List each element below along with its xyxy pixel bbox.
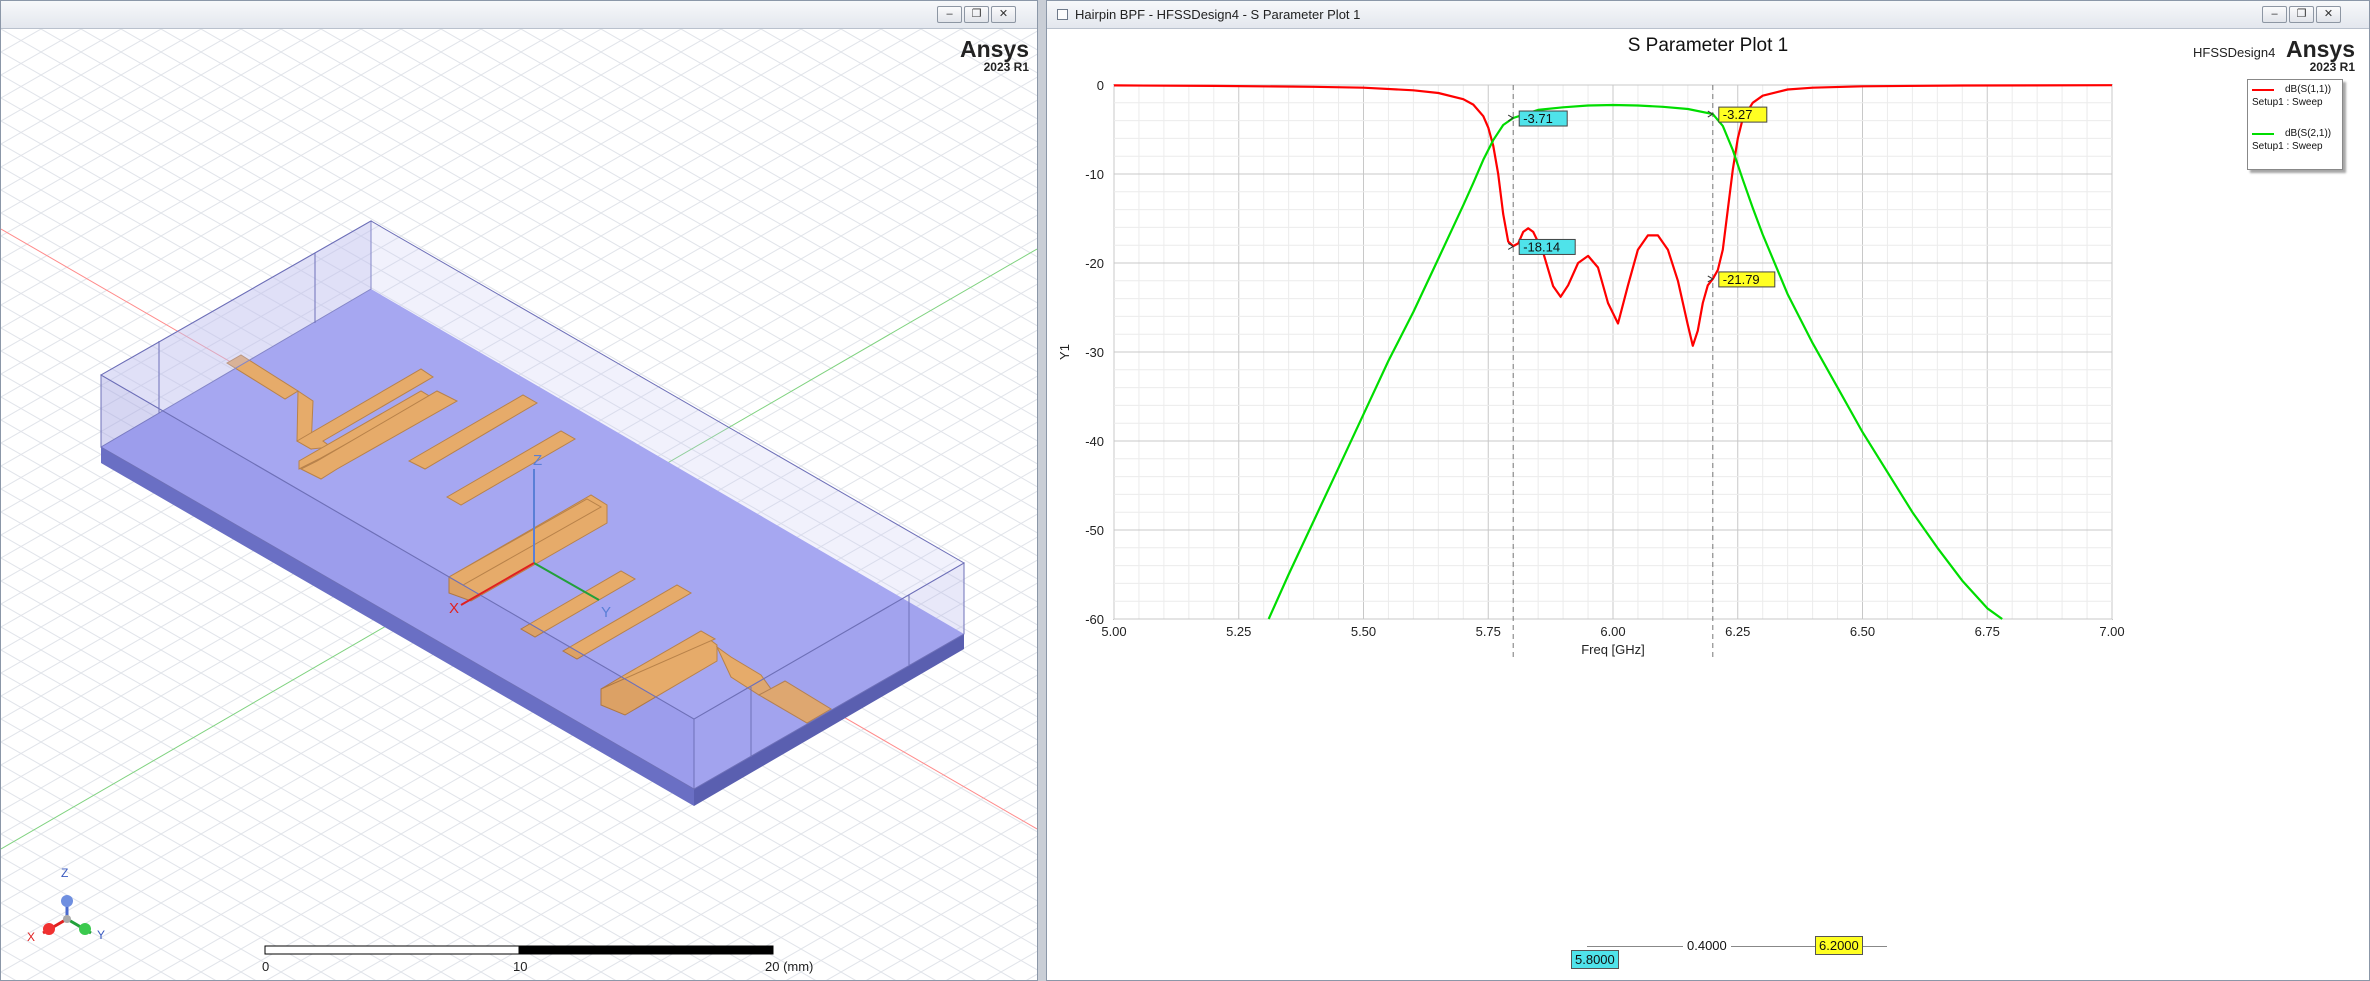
- y-tick-label: -40: [1085, 434, 1104, 449]
- restore-button[interactable]: ❐: [964, 6, 989, 23]
- svg-text:X: X: [27, 930, 35, 944]
- restore-button[interactable]: ❐: [2289, 6, 2314, 23]
- marker-delta: 0.4000: [1683, 938, 1731, 953]
- 3d-viewport[interactable]: Z Y X Z Y X Ansys 2023 R1 0 10 20 (mm): [1, 29, 1037, 980]
- ruler-label-0: 0: [262, 959, 270, 974]
- y-tick-label: -30: [1085, 345, 1104, 360]
- marker-m2-freq[interactable]: 6.2000: [1815, 936, 1863, 955]
- svg-text:Y: Y: [601, 604, 611, 621]
- legend-item-s21[interactable]: dB(S(2,1)) Setup1 : Sweep: [2248, 126, 2342, 166]
- x-tick-label: 5.75: [1476, 624, 1501, 639]
- marker-label: -21.79: [1723, 272, 1760, 287]
- marker-m1-freq[interactable]: 5.8000: [1571, 950, 1619, 969]
- y-tick-label: -10: [1085, 167, 1104, 182]
- legend-swatch: [2252, 89, 2274, 91]
- plot-window-title: Hairpin BPF - HFSSDesign4 - S Parameter …: [1075, 7, 1361, 22]
- y-axis-label: Y1: [1057, 344, 1072, 360]
- x-tick-label: 5.25: [1226, 624, 1251, 639]
- marker-label: -3.71: [1523, 111, 1553, 126]
- model-canvas[interactable]: Z Y X Z Y X: [1, 29, 1037, 981]
- x-axis-label: Freq [GHz]: [1581, 642, 1645, 657]
- modeler-titlebar[interactable]: – ❐ ✕: [1, 1, 1037, 29]
- x-tick-label: 5.50: [1351, 624, 1376, 639]
- x-tick-label: 6.50: [1850, 624, 1875, 639]
- svg-text:Z: Z: [533, 452, 542, 469]
- marker-label: -18.14: [1523, 239, 1560, 254]
- svg-text:Y: Y: [97, 928, 105, 942]
- scale-ruler: [264, 945, 774, 955]
- ruler-label-10: 10: [513, 959, 528, 974]
- plot-window: Hairpin BPF - HFSSDesign4 - S Parameter …: [1046, 0, 2370, 981]
- close-button[interactable]: ✕: [991, 6, 1016, 23]
- y-tick-label: -20: [1085, 256, 1104, 271]
- ruler-label-20mm: 20 (mm): [765, 959, 814, 974]
- x-tick-label: 6.00: [1600, 624, 1625, 639]
- minimize-button[interactable]: –: [937, 6, 962, 23]
- svg-text:Z: Z: [61, 866, 68, 880]
- chart-legend[interactable]: dB(S(1,1)) Setup1 : Sweep dB(S(2,1)) Set…: [2247, 79, 2343, 170]
- svg-text:X: X: [449, 600, 459, 617]
- marker-label: -3.27: [1723, 107, 1753, 122]
- y-tick-label: -60: [1085, 612, 1104, 627]
- legend-item-s11[interactable]: dB(S(1,1)) Setup1 : Sweep: [2248, 82, 2342, 122]
- y-tick-label: 0: [1097, 78, 1104, 93]
- plot-area[interactable]: S Parameter Plot 1 HFSSDesign4 Ansys 202…: [1047, 29, 2369, 980]
- s-parameter-chart[interactable]: 5.00 5.25 5.50 5.75 6.00 6.25 6.50 6.75 7.00 0 -10…: [1047, 29, 2369, 981]
- x-tick-label: 7.00: [2099, 624, 2124, 639]
- legend-swatch: [2252, 133, 2274, 135]
- x-tick-label: 6.25: [1725, 624, 1750, 639]
- x-tick-label: 6.75: [1975, 624, 2000, 639]
- minimize-button[interactable]: –: [2262, 6, 2287, 23]
- plot-titlebar[interactable]: Hairpin BPF - HFSSDesign4 - S Parameter …: [1047, 1, 2369, 29]
- close-button[interactable]: ✕: [2316, 6, 2341, 23]
- window-icon: [1057, 9, 1068, 20]
- modeler-window: – ❐ ✕ Z Y X Z Y X Ansys 2023 R1 0 10 20 …: [0, 0, 1038, 981]
- y-tick-label: -50: [1085, 523, 1104, 538]
- x-tick-label: 5.00: [1101, 624, 1126, 639]
- ansys-logo: Ansys 2023 R1: [959, 36, 1029, 74]
